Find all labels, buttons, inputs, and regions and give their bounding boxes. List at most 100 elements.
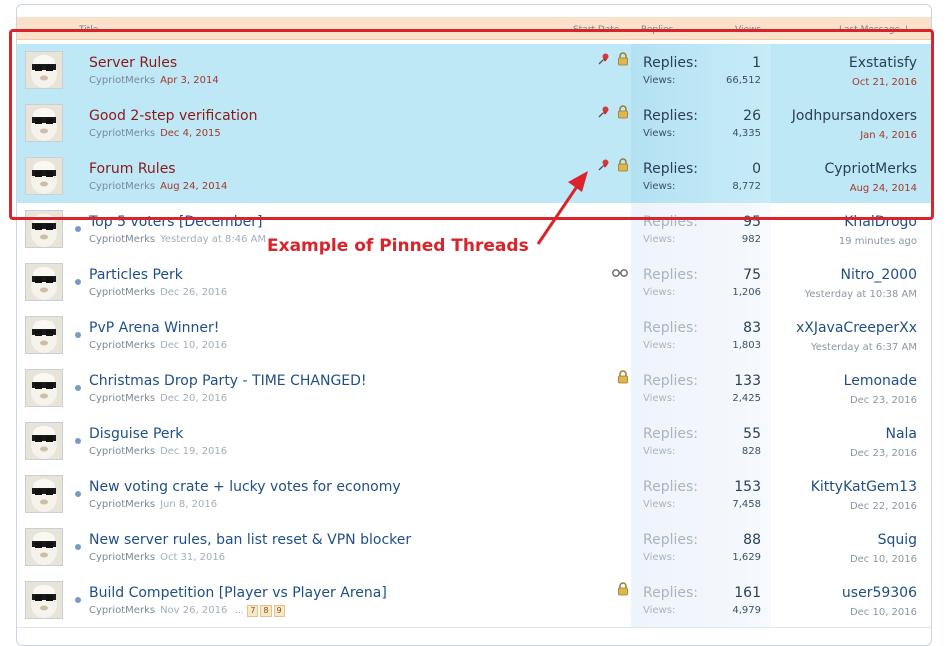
last-message: user59306 Dec 10, 2016 [842,585,917,618]
views-label: Views: [643,234,676,245]
views-count: 1,629 [732,552,761,563]
thread-start-date[interactable]: Jun 8, 2016 [160,499,217,510]
views-label: Views: [643,287,676,298]
replies-count: 133 [734,373,761,389]
avatar[interactable] [25,528,63,566]
thread-author[interactable]: CypriotMerks [89,234,155,245]
thread-stats: Replies: 153 Views: 7,458 [631,468,771,521]
thread-start-date[interactable]: Dec 20, 2016 [160,393,227,404]
unread-dot-icon [75,279,81,285]
thread-start-date[interactable]: Dec 19, 2016 [160,446,227,457]
last-message-date[interactable]: Dec 10, 2016 [850,554,917,565]
lock-icon [617,581,629,600]
last-message-user[interactable]: user59306 [842,585,917,601]
last-message: Nitro_2000 Yesterday at 10:38 AM [805,267,917,300]
views-count: 7,458 [732,499,761,510]
thread-author[interactable]: CypriotMerks [89,393,155,404]
watching-icon [611,263,629,282]
last-message-user[interactable]: xXJavaCreeperXx [796,320,917,336]
avatar[interactable] [25,475,63,513]
thread-title[interactable]: Particles Perk [89,267,183,283]
thread-row[interactable]: Disguise Perk CypriotMerks Dec 19, 2016 Rep… [17,415,931,469]
thread-start-date[interactable]: Dec 26, 2016 [160,287,227,298]
thread-stats: Replies: 161 Views: 4,979 [631,574,771,627]
thread-meta: CypriotMerks Jun 8, 2016 [89,499,217,510]
last-message-user[interactable]: Nitro_2000 [805,267,918,283]
last-message-date[interactable]: 19 minutes ago [839,236,917,247]
last-message-user[interactable]: Squig [850,532,917,548]
avatar[interactable] [25,263,63,301]
thread-start-date[interactable]: Oct 31, 2016 [160,552,225,563]
thread-stats: Replies: 88 Views: 1,629 [631,521,771,574]
thread-author[interactable]: CypriotMerks [89,552,155,563]
thread-author[interactable]: CypriotMerks [89,605,155,616]
last-message: xXJavaCreeperXx Yesterday at 6:37 AM [796,320,917,353]
page-links: … 7 8 9 [231,605,285,617]
last-message-user[interactable]: Lemonade [844,373,917,389]
last-message-user[interactable]: Nala [850,426,917,442]
views-count: 1,803 [732,340,761,351]
replies-count: 161 [734,585,761,601]
thread-stats: Replies: 75 Views: 1,206 [631,256,771,309]
thread-row[interactable]: PvP Arena Winner! CypriotMerks Dec 10, 201… [17,309,931,363]
replies-count: 55 [743,426,761,442]
replies-count: 83 [743,320,761,336]
unread-dot-icon [75,597,81,603]
thread-start-date[interactable]: Yesterday at 8:46 AM [160,234,266,245]
last-message-date[interactable]: Yesterday at 6:37 AM [796,342,917,353]
thread-author[interactable]: CypriotMerks [89,446,155,457]
thread-title[interactable]: New server rules, ban list reset & VPN b… [89,532,411,548]
page-link[interactable]: 8 [260,605,272,617]
replies-label: Replies: [643,585,699,601]
thread-meta: CypriotMerks Dec 19, 2016 [89,446,227,457]
last-message-date[interactable]: Dec 10, 2016 [842,607,917,618]
thread-title[interactable]: PvP Arena Winner! [89,320,219,336]
avatar[interactable] [25,369,63,407]
thread-row[interactable]: New server rules, ban list reset & VPN b… [17,521,931,575]
thread-stats: Replies: 83 Views: 1,803 [631,309,771,362]
thread-meta: CypriotMerks Nov 26, 2016 … 7 8 9 [89,605,285,617]
thread-author[interactable]: CypriotMerks [89,499,155,510]
views-label: Views: [643,552,676,563]
unread-dot-icon [75,544,81,550]
thread-meta: CypriotMerks Oct 31, 2016 [89,552,225,563]
thread-start-date[interactable]: Dec 10, 2016 [160,340,227,351]
replies-count: 75 [743,267,761,283]
last-message-date[interactable]: Dec 22, 2016 [811,501,917,512]
last-message-date[interactable]: Dec 23, 2016 [850,448,917,459]
last-message: Lemonade Dec 23, 2016 [844,373,917,406]
unread-dot-icon [75,438,81,444]
views-count: 1,206 [732,287,761,298]
avatar[interactable] [25,581,63,619]
page-link[interactable]: 7 [247,605,259,617]
thread-stats: Replies: 55 Views: 828 [631,415,771,468]
replies-label: Replies: [643,267,699,283]
avatar[interactable] [25,422,63,460]
last-message: KittyKatGem13 Dec 22, 2016 [811,479,917,512]
thread-title[interactable]: Build Competition [Player vs Player Aren… [89,585,387,601]
thread-row[interactable]: Christmas Drop Party - TIME CHANGED! Cypr… [17,362,931,416]
thread-row[interactable]: New voting crate + lucky votes for econo… [17,468,931,522]
last-message-date[interactable]: Yesterday at 10:38 AM [805,289,917,300]
thread-row[interactable]: Particles Perk CypriotMerks Dec 26, 2016 Re… [17,256,931,310]
replies-label: Replies: [643,479,699,495]
thread-title[interactable]: New voting crate + lucky votes for econo… [89,479,401,495]
thread-author[interactable]: CypriotMerks [89,287,155,298]
unread-dot-icon [75,332,81,338]
thread-row[interactable]: Build Competition [Player vs Player Aren… [17,574,931,628]
page-link[interactable]: 9 [273,605,285,617]
avatar[interactable] [25,316,63,354]
last-message: Nala Dec 23, 2016 [850,426,917,459]
views-label: Views: [643,499,676,510]
last-message-date[interactable]: Dec 23, 2016 [844,395,917,406]
thread-author[interactable]: CypriotMerks [89,340,155,351]
thread-icons [617,581,629,600]
last-message-user[interactable]: KittyKatGem13 [811,479,917,495]
views-label: Views: [643,446,676,457]
views-count: 4,979 [732,605,761,616]
thread-start-date[interactable]: Nov 26, 2016 [160,605,227,616]
thread-meta: CypriotMerks Dec 10, 2016 [89,340,227,351]
thread-icons [617,369,629,386]
thread-title[interactable]: Disguise Perk [89,426,183,442]
thread-title[interactable]: Christmas Drop Party - TIME CHANGED! [89,373,367,389]
